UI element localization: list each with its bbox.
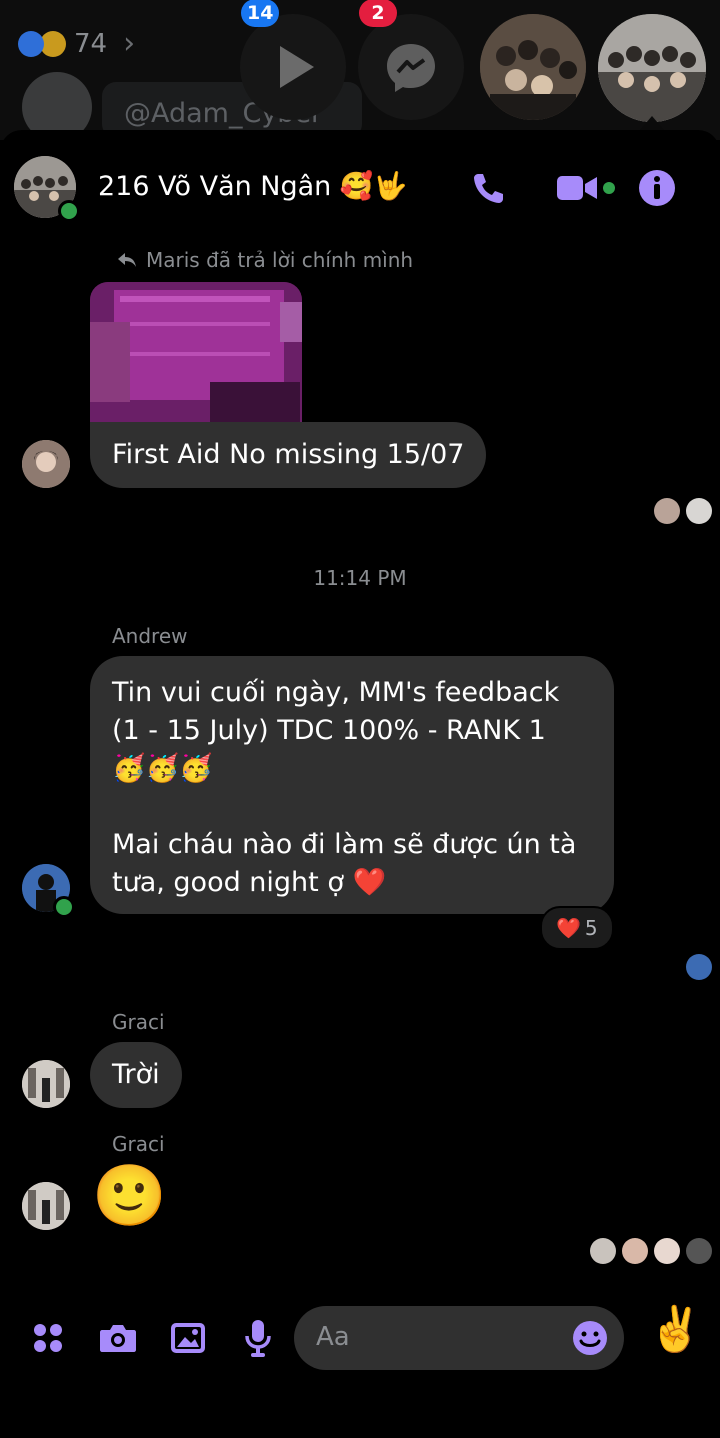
read-receipt-avatar [622,1238,648,1264]
read-receipt-avatar [686,954,712,980]
replied-image[interactable] [90,282,302,442]
video-chat-head[interactable] [240,14,346,120]
reply-icon [118,253,136,267]
voice-call-button[interactable] [466,166,510,210]
messenger-icon [387,44,435,92]
camera-icon [100,1325,136,1352]
image-icon [171,1323,205,1353]
message-line: tưa, good night ợ ❤️ [112,867,387,898]
graci-avatar[interactable] [22,1182,70,1230]
read-receipt-avatar [686,1238,712,1264]
message-line: Tin vui cuối ngày, MM's feedback [112,677,560,708]
chevron-right-icon: › [123,26,136,61]
message-line: 🥳🥳🥳 [112,753,213,784]
read-receipt-avatar [686,498,712,524]
read-receipt-avatar [654,1238,680,1264]
message-bubble[interactable]: Trời [90,1042,182,1108]
group-photo [598,14,706,122]
message-input-placeholder: Aa [316,1322,350,1352]
message-line: Mai cháu nào đi làm sẽ được ún tà [112,829,577,860]
online-indicator [53,896,75,918]
more-actions-button[interactable] [26,1316,70,1360]
heart-reaction-icon: ❤️ [556,916,581,940]
chat-panel: 216 Võ Văn Ngân 🥰🤟 Maris đã trả lời chín… [0,130,720,1438]
reply-note-text: Maris đã trả lời chính mình [146,248,414,272]
sender-name: Andrew [112,624,188,648]
emoji-message[interactable]: 🙂 [92,1160,167,1232]
message-input[interactable]: Aa [294,1306,624,1370]
message-line: (1 - 15 July) TDC 100% - RANK 1 [112,715,546,746]
background-reactions: 74 › [18,26,135,61]
video-unread-badge: 14 [241,0,280,27]
like-icon [18,30,44,57]
messenger-unread-badge: 2 [359,0,397,27]
composer: Aa ✌️ [0,1298,720,1408]
play-icon [280,46,314,88]
active-group-chat-head[interactable] [598,14,706,122]
chat-header: 216 Võ Văn Ngân 🥰🤟 [0,130,720,240]
sender-name: Graci [112,1010,165,1034]
reply-note: Maris đã trả lời chính mình [116,248,413,272]
read-receipt-avatar [590,1238,616,1264]
message-bubble[interactable]: First Aid No missing 15/07 [90,422,487,488]
conversation-title[interactable]: 216 Võ Văn Ngân 🥰🤟 [98,170,407,202]
microphone-icon [245,1320,271,1357]
phone-icon [474,174,503,203]
group-photo [480,14,586,120]
timestamp: 11:14 PM [313,566,407,590]
emoji-picker-button[interactable] [570,1318,610,1358]
chat-head-pointer [640,116,664,130]
reaction-summary[interactable]: ❤️ 5 [540,906,614,950]
person-photo [22,1060,70,1108]
reaction-count: 74 [74,28,108,59]
smiley-icon [573,1321,607,1355]
voice-message-button[interactable] [236,1316,280,1360]
group-chat-head[interactable] [480,14,586,120]
online-indicator [58,200,80,222]
conversation-info-button[interactable] [635,166,679,210]
person-photo [22,1182,70,1230]
video-call-button[interactable] [550,166,620,210]
message-bubble[interactable]: Tin vui cuối ngày, MM's feedback (1 - 15… [90,656,614,914]
info-icon [639,170,675,206]
reaction-count: 5 [584,916,598,940]
sender-name: Graci [112,1132,165,1156]
messenger-chat-head[interactable] [358,14,464,120]
four-dots-icon [34,1324,62,1352]
gallery-button[interactable] [166,1316,210,1360]
read-receipt-avatar [654,498,680,524]
maris-avatar[interactable] [22,440,70,488]
graci-avatar[interactable] [22,1060,70,1108]
person-photo [22,440,70,488]
video-camera-icon [557,176,615,200]
first-aid-photo [90,282,302,442]
quick-emoji-button[interactable]: ✌️ [648,1300,703,1360]
camera-button[interactable] [96,1316,140,1360]
